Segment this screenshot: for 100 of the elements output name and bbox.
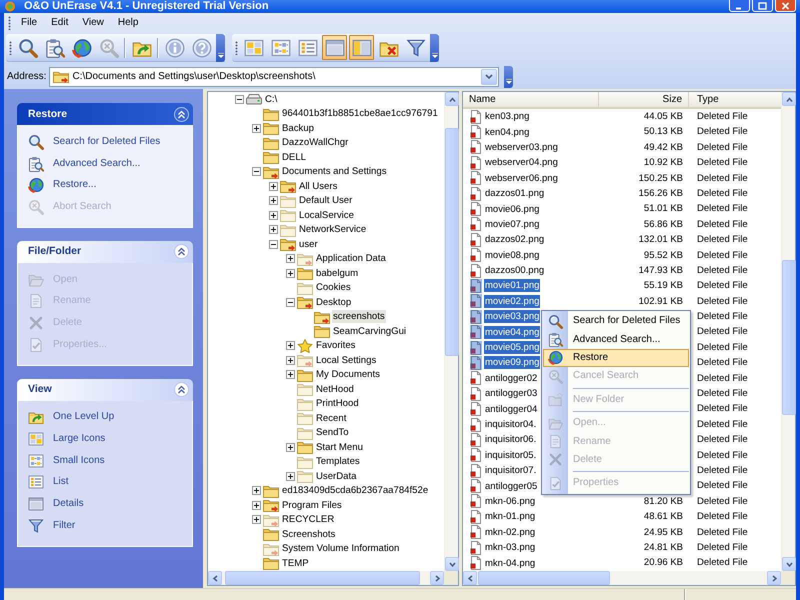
scroll-left-button[interactable] <box>463 571 477 585</box>
scroll-up-button[interactable] <box>782 92 796 106</box>
dropdown-button[interactable] <box>481 68 498 84</box>
expand-button[interactable] <box>269 196 278 206</box>
expand-button[interactable] <box>252 124 261 133</box>
tree-item[interactable]: Application Data <box>315 252 387 266</box>
file-name[interactable]: dazzos01.png <box>484 187 546 200</box>
scroll-down-button[interactable] <box>782 557 796 571</box>
expand-button[interactable] <box>286 442 295 452</box>
file-name[interactable]: ken03.png <box>484 110 530 124</box>
expand-button[interactable] <box>286 370 295 380</box>
scroll-down-button[interactable] <box>445 557 459 571</box>
tree-item[interactable]: ed183409d5cda6b2367aa784f52e <box>281 484 430 498</box>
menu-item[interactable]: Edit <box>44 15 76 30</box>
toolbar-options-button[interactable] <box>216 34 225 62</box>
collapse-button[interactable] <box>286 298 295 307</box>
tree-item[interactable]: SeamCarvingGui <box>332 324 408 338</box>
column-header[interactable]: Name <box>469 92 496 107</box>
expand-button[interactable] <box>286 268 295 278</box>
tree-item[interactable]: My Documents <box>315 368 381 382</box>
tree-item[interactable]: user <box>298 238 319 251</box>
tree-item[interactable]: Desktop <box>315 296 352 309</box>
file-name[interactable]: movie04.png <box>484 326 540 339</box>
tree-item[interactable]: NetworkService <box>298 223 368 236</box>
task-link[interactable]: Large Icons <box>28 428 106 450</box>
task-link[interactable]: Restore... <box>28 174 96 196</box>
toolbar-button[interactable] <box>322 35 347 60</box>
file-name[interactable]: movie07.png <box>484 218 540 231</box>
column-header[interactable]: Size <box>662 92 682 107</box>
collapse-button[interactable] <box>235 94 244 104</box>
scrollbar-thumb[interactable] <box>225 571 420 585</box>
tree-item[interactable]: NetHood <box>315 382 355 396</box>
file-name[interactable]: dazzos02.png <box>484 233 546 246</box>
tree-item[interactable]: Documents and Settings <box>281 165 388 178</box>
minimize-button[interactable] <box>729 0 750 12</box>
scroll-up-button[interactable] <box>445 92 459 106</box>
file-name[interactable]: mkn-06.png <box>484 494 536 508</box>
expand-button[interactable] <box>252 500 261 510</box>
task-link[interactable]: Advanced Search... <box>28 152 140 174</box>
scrollbar-thumb[interactable] <box>782 260 796 415</box>
expand-button[interactable] <box>286 341 295 350</box>
tree-item[interactable]: System Volume Information <box>281 542 400 556</box>
menu-item[interactable]: Restore <box>543 348 689 368</box>
menu-item[interactable]: Search for Deleted Files <box>543 312 689 330</box>
file-name[interactable]: mkn-04.png <box>484 556 536 570</box>
tree-item[interactable]: PrintHood <box>315 397 360 410</box>
maximize-button[interactable] <box>752 0 773 12</box>
task-link[interactable]: Search for Deleted Files <box>28 131 160 153</box>
file-name[interactable]: webserver06.png <box>484 172 559 185</box>
tree-item[interactable]: LocalService <box>298 208 355 222</box>
expand-button[interactable] <box>269 225 278 234</box>
tree-item[interactable]: Favorites <box>315 339 356 352</box>
expand-button[interactable] <box>286 356 295 365</box>
collapse-button[interactable] <box>252 167 261 176</box>
grip-handle[interactable] <box>235 40 238 54</box>
file-name[interactable]: webserver04.png <box>484 156 559 170</box>
menu-item[interactable]: Help <box>110 15 146 30</box>
file-name[interactable]: movie02.png <box>484 294 540 308</box>
file-name[interactable]: movie08.png <box>484 248 540 262</box>
tree-item[interactable]: DELL <box>281 150 307 164</box>
vertical-scrollbar[interactable] <box>444 92 458 571</box>
tree-item[interactable]: screenshots <box>332 310 386 324</box>
tree-item[interactable]: All Users <box>298 180 338 193</box>
file-name[interactable]: dazzos00.png <box>484 264 546 278</box>
tree-item[interactable]: Screenshots <box>281 528 336 541</box>
file-name[interactable]: antilogger03 <box>484 387 538 400</box>
file-name[interactable]: inquisitor06. <box>484 433 538 446</box>
file-name[interactable]: webserver03.png <box>484 140 559 154</box>
expand-button[interactable] <box>286 254 295 264</box>
scroll-left-button[interactable] <box>208 571 222 585</box>
vertical-scrollbar[interactable] <box>781 92 795 571</box>
file-name[interactable]: movie09.png <box>484 356 540 370</box>
horizontal-scrollbar[interactable] <box>208 571 444 585</box>
expand-button[interactable] <box>252 486 261 496</box>
tree-item[interactable]: UserData <box>315 470 358 483</box>
file-name[interactable]: mkn-02.png <box>484 526 536 539</box>
tree-item[interactable]: Backup <box>281 122 315 135</box>
expand-button[interactable] <box>269 182 278 191</box>
column-header[interactable]: Type <box>697 92 719 107</box>
horizontal-scrollbar[interactable] <box>463 571 781 585</box>
expand-button[interactable] <box>269 210 278 220</box>
file-name[interactable]: movie05.png <box>484 341 540 354</box>
tree-item[interactable]: Recent <box>315 412 348 425</box>
file-name[interactable]: movie01.png <box>484 279 540 292</box>
task-link[interactable]: Small Icons <box>28 450 105 472</box>
close-button[interactable] <box>775 0 796 12</box>
tree-item[interactable]: Start Menu <box>315 440 364 454</box>
scrollbar-thumb[interactable] <box>478 571 610 585</box>
tree-item[interactable]: DazzoWallChgr <box>281 136 350 150</box>
tree-item[interactable]: Program Files <box>281 498 343 512</box>
grip-handle[interactable] <box>9 40 12 54</box>
file-name[interactable]: ken04.png <box>484 126 530 139</box>
file-name[interactable]: movie03.png <box>484 310 540 324</box>
expand-button[interactable] <box>252 515 261 524</box>
file-name[interactable]: movie06.png <box>484 202 540 216</box>
file-name[interactable]: antilogger05 <box>484 480 538 493</box>
file-name[interactable]: mkn-03.png <box>484 541 536 554</box>
tree-item[interactable]: TEMP <box>281 556 310 570</box>
menu-item[interactable]: File <box>14 15 44 30</box>
file-name[interactable]: inquisitor07. <box>484 464 538 478</box>
